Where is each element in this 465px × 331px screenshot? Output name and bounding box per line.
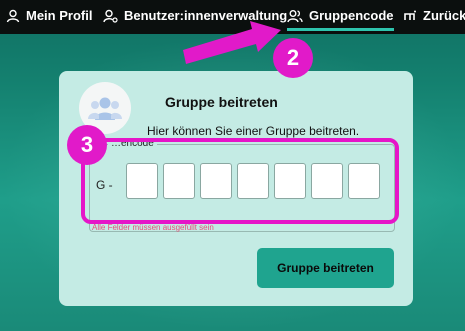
- step-marker-3: 3: [67, 125, 107, 165]
- pointer-arrow-icon: [183, 21, 281, 64]
- step-marker-2: 2: [273, 38, 313, 78]
